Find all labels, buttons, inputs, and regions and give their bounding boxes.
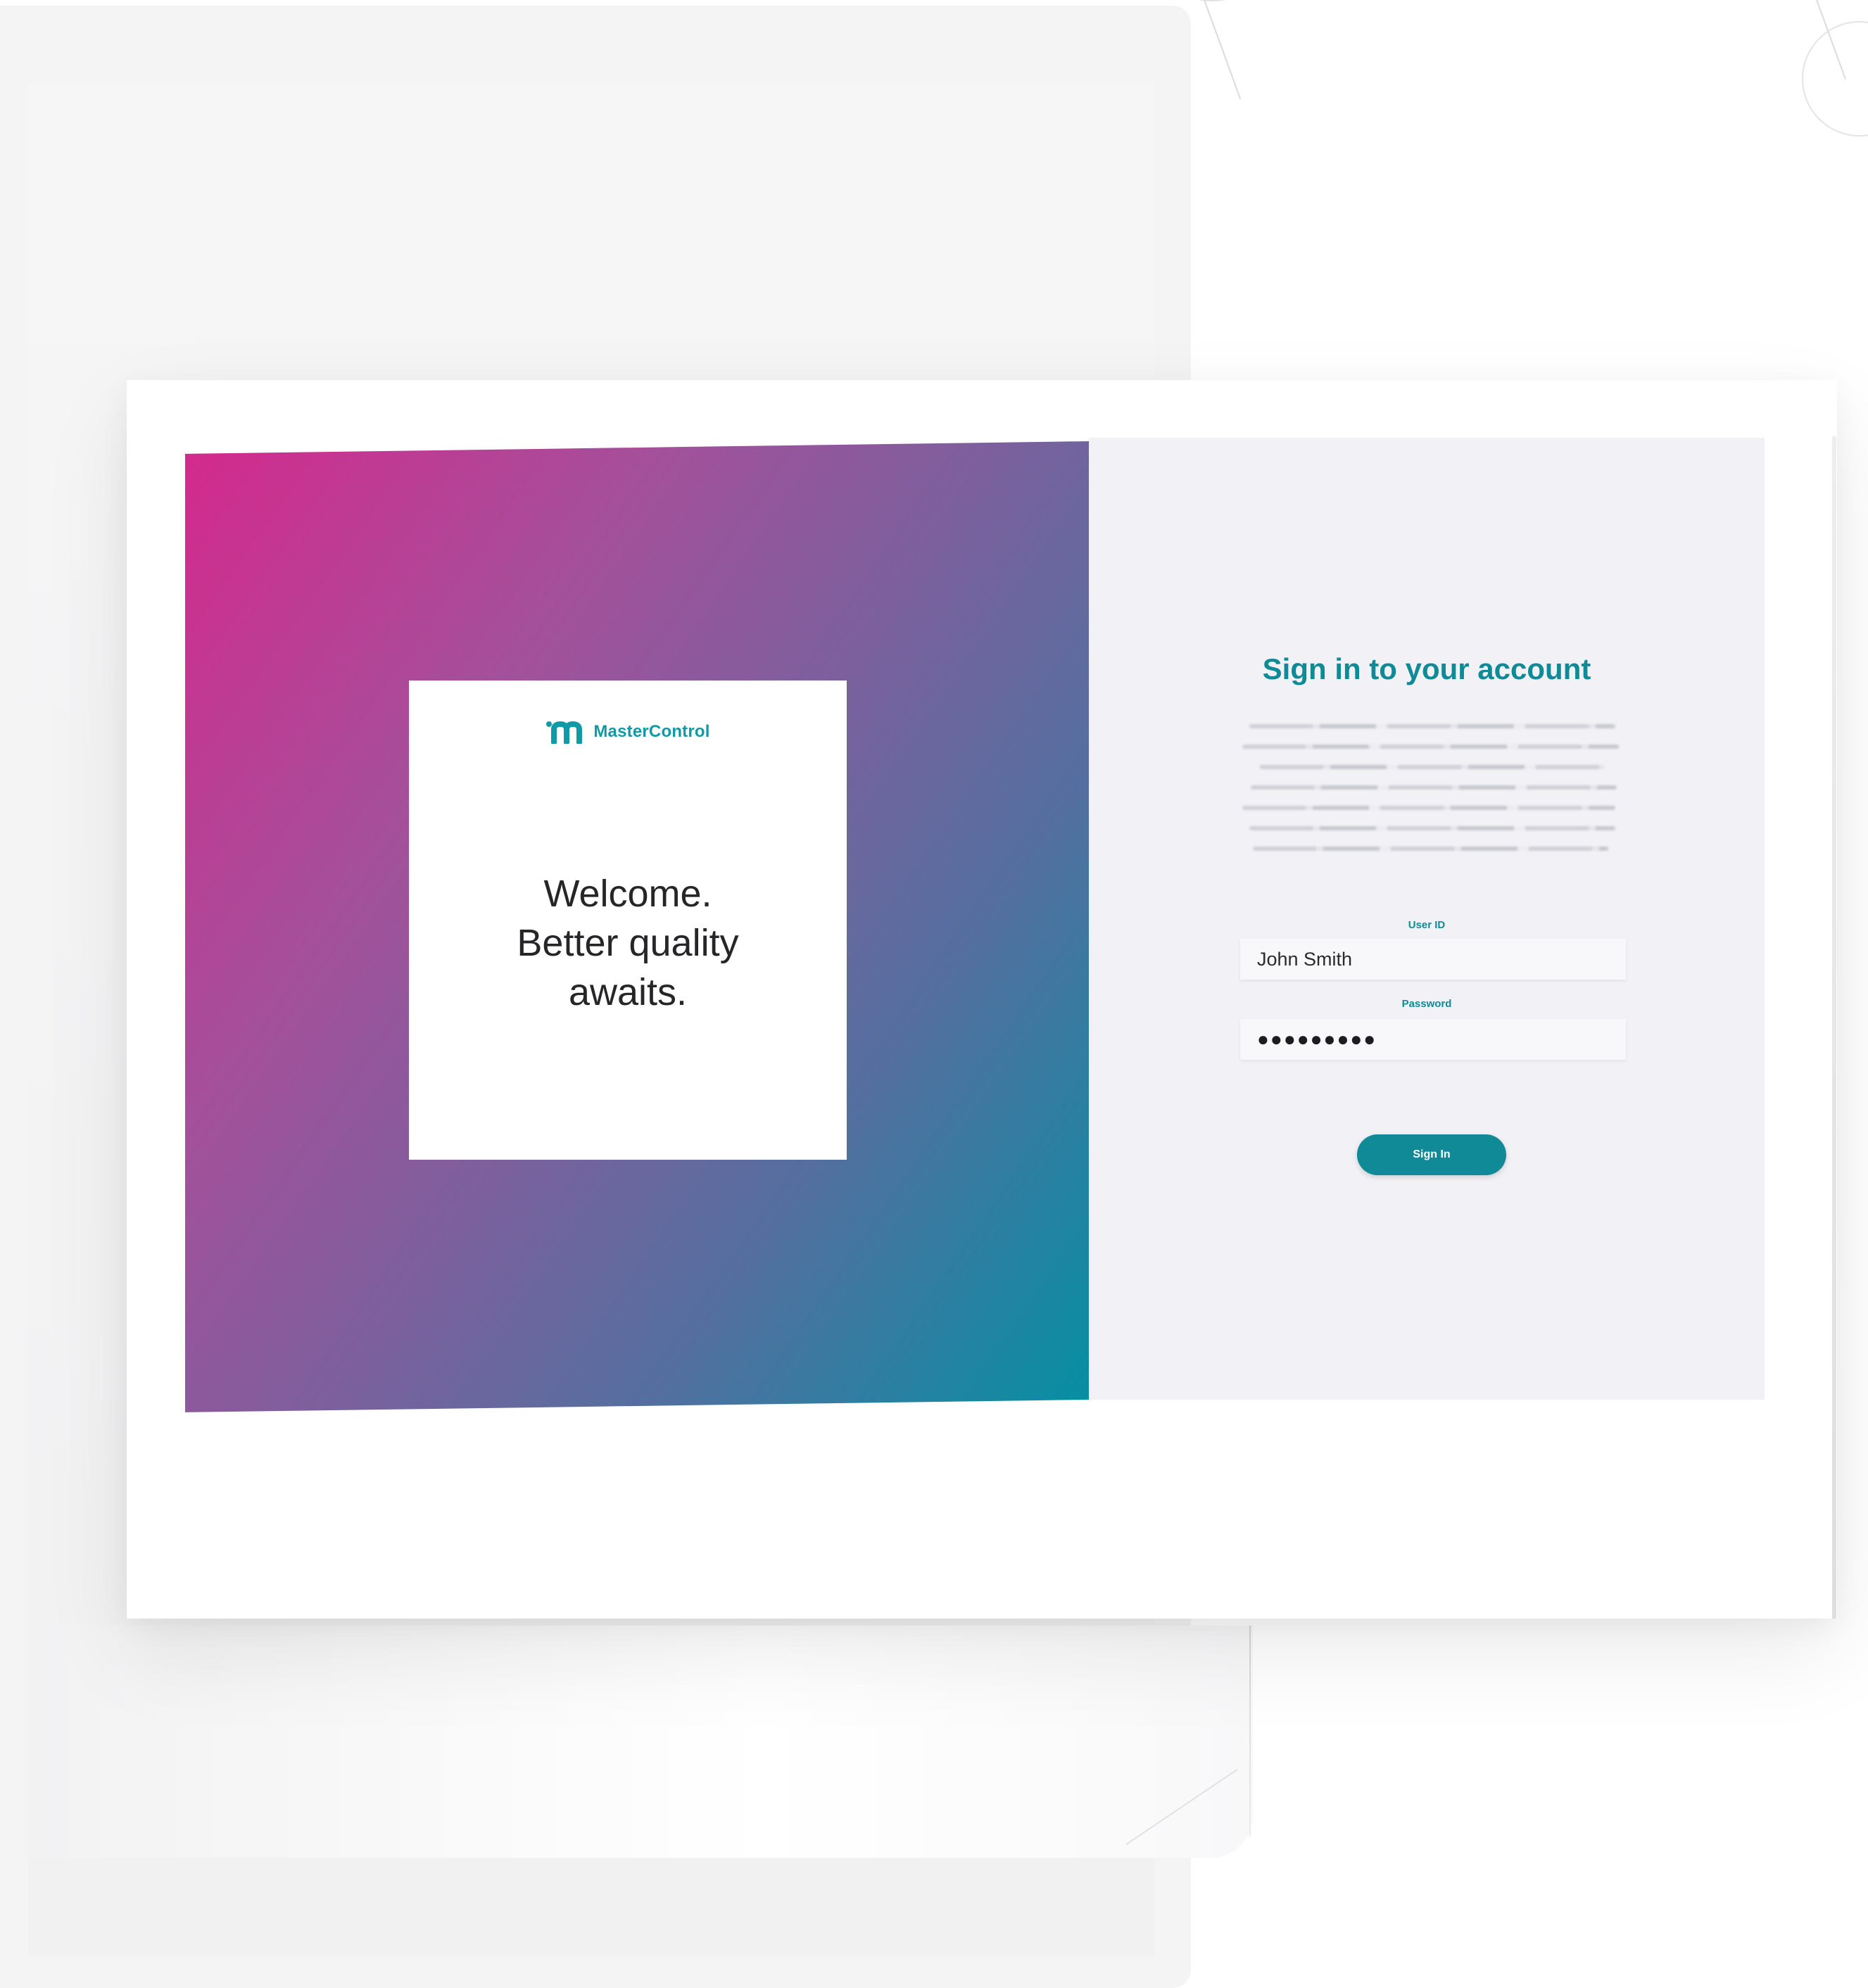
welcome-line: Welcome. bbox=[543, 873, 712, 915]
welcome-line: Better quality bbox=[517, 922, 739, 964]
welcome-line: awaits. bbox=[568, 971, 688, 1013]
password-input[interactable]: ●●●●●●●●● bbox=[1240, 1019, 1626, 1060]
brand-name: MasterControl bbox=[593, 722, 710, 741]
user-id-label: User ID bbox=[1408, 919, 1446, 931]
welcome-heading: Welcome. Better quality awaits. bbox=[409, 869, 847, 1017]
user-id-value: John Smith bbox=[1257, 948, 1353, 970]
signin-panel: Sign in to your account User ID John Smi… bbox=[1089, 438, 1765, 1400]
blurred-description bbox=[1242, 724, 1619, 851]
under-sheet bbox=[28, 1626, 1253, 1858]
paper-fold bbox=[1249, 1626, 1251, 1837]
decorative-curve bbox=[1161, 0, 1263, 1]
blurred-text-line bbox=[1251, 785, 1617, 790]
mastercontrol-logo-icon bbox=[546, 721, 583, 744]
blurred-text-line bbox=[1242, 745, 1619, 749]
password-label: Password bbox=[1401, 998, 1452, 1010]
blurred-text-line bbox=[1249, 826, 1615, 830]
signin-title: Sign in to your account bbox=[1262, 652, 1591, 685]
blurred-text-line bbox=[1242, 806, 1615, 810]
sheet-edge bbox=[1832, 436, 1836, 1619]
decorative-line bbox=[1204, 0, 1242, 99]
decorative-circle bbox=[1802, 21, 1868, 137]
blurred-text-line bbox=[1260, 765, 1605, 769]
user-id-input[interactable]: John Smith bbox=[1240, 939, 1626, 980]
brand-logo: MasterControl bbox=[409, 720, 847, 744]
blurred-text-line bbox=[1253, 847, 1608, 851]
blurred-text-line bbox=[1249, 724, 1615, 728]
welcome-card: MasterControl Welcome. Better quality aw… bbox=[409, 680, 847, 1160]
sign-in-button[interactable]: Sign In bbox=[1357, 1134, 1506, 1175]
password-value: ●●●●●●●●● bbox=[1257, 1028, 1377, 1050]
